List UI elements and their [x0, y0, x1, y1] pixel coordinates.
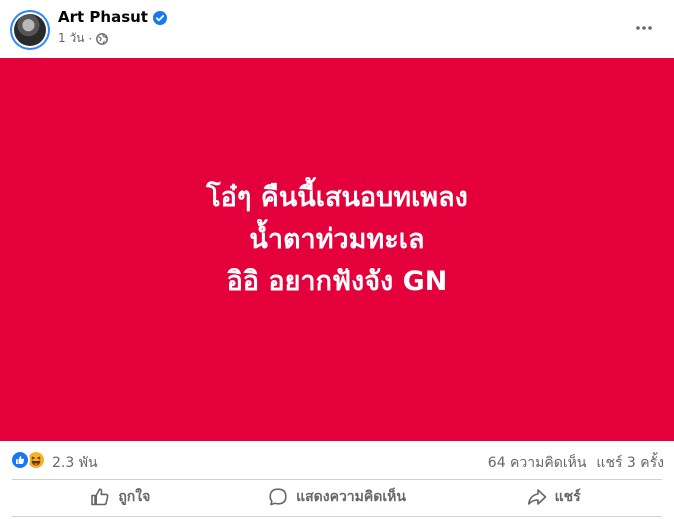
thumbs-up-icon: [91, 488, 109, 506]
avatar-photo: [14, 14, 46, 46]
facebook-post: Art Phasut 1 วัน · โอ๋ๆ คืนนี้เสนอบทเพลง…: [0, 0, 674, 519]
like-reaction-icon: [10, 450, 30, 470]
verified-badge-icon: [152, 10, 167, 25]
like-button[interactable]: ถูกใจ: [12, 480, 229, 514]
meta-separator: ·: [88, 31, 93, 46]
reaction-icons[interactable]: [10, 450, 46, 470]
post-content-text: โอ๋ๆ คืนนี้เสนอบทเพลง น้ำตาท่วมทะเล อิอิ…: [206, 177, 468, 303]
share-button-label: แชร์: [554, 489, 581, 505]
author-name[interactable]: Art Phasut: [58, 8, 148, 26]
avatar[interactable]: [10, 10, 50, 50]
post-stats-bar: 2.3 พัน 64 ความคิดเห็น แชร์ 3 ครั้ง: [0, 441, 674, 479]
post-timestamp[interactable]: 1 วัน: [58, 29, 84, 48]
share-button[interactable]: แชร์: [445, 480, 662, 514]
reaction-count[interactable]: 2.3 พัน: [52, 452, 98, 474]
post-content-background[interactable]: โอ๋ๆ คืนนี้เสนอบทเพลง น้ำตาท่วมทะเล อิอิ…: [0, 58, 674, 441]
comment-bubble-icon: [269, 488, 287, 506]
more-options-button[interactable]: [630, 14, 658, 42]
post-action-bar: ถูกใจ แสดงความคิดเห็น แชร์: [12, 480, 662, 514]
content-line: อิอิ อยากฟังจัง GN: [226, 265, 448, 297]
content-line: โอ๋ๆ คืนนี้เสนอบทเพลง: [206, 181, 468, 213]
more-options-icon: [636, 26, 652, 30]
content-line: น้ำตาท่วมทะเล: [249, 223, 425, 255]
comment-count[interactable]: 64 ความคิดเห็น: [488, 452, 587, 474]
comment-button[interactable]: แสดงความคิดเห็น: [229, 480, 446, 514]
comment-button-label: แสดงความคิดเห็น: [296, 489, 406, 505]
share-arrow-icon: [527, 489, 546, 505]
post-header: Art Phasut 1 วัน ·: [0, 0, 674, 58]
share-count[interactable]: แชร์ 3 ครั้ง: [596, 452, 664, 474]
like-button-label: ถูกใจ: [118, 489, 151, 505]
divider: [12, 516, 662, 517]
globe-icon[interactable]: [96, 32, 109, 45]
